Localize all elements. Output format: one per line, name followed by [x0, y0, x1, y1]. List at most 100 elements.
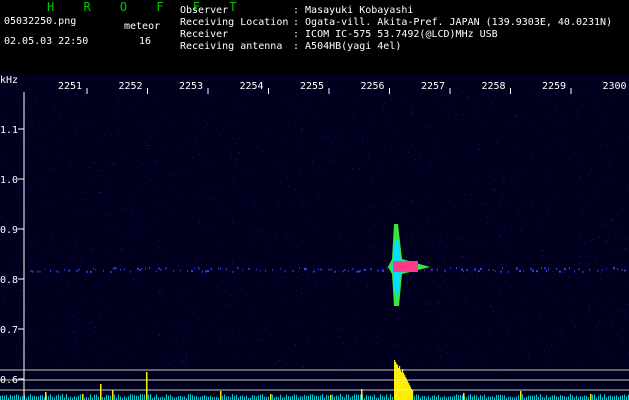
- noise-dot: [599, 278, 601, 280]
- noise-dot: [278, 204, 280, 206]
- noise-dot: [16, 192, 18, 194]
- noise-dot: [161, 297, 163, 299]
- noise-dot: [423, 271, 425, 273]
- noise-dot: [576, 115, 578, 117]
- noise-dot: [20, 294, 22, 296]
- baseline-bar: [586, 395, 587, 400]
- trace-dot: [544, 267, 546, 270]
- noise-dot: [75, 323, 77, 325]
- noise-dot: [100, 358, 102, 360]
- trace-dot: [45, 268, 46, 271]
- noise-dot: [546, 275, 548, 277]
- baseline-bar: [532, 395, 533, 400]
- trace-dot: [532, 269, 534, 272]
- noise-dot: [541, 336, 543, 338]
- noise-dot: [316, 287, 317, 289]
- noise-dot: [607, 349, 609, 351]
- noise-dot: [128, 109, 130, 111]
- noise-dot: [283, 298, 285, 300]
- noise-dot: [294, 299, 296, 301]
- baseline-bar: [242, 395, 243, 400]
- noise-dot: [368, 207, 370, 209]
- noise-dot: [430, 165, 432, 167]
- noise-dot: [66, 241, 68, 243]
- noise-dot: [199, 342, 201, 344]
- trace-dot: [382, 269, 384, 272]
- noise-dot: [91, 211, 93, 213]
- noise-dot: [440, 247, 441, 249]
- noise-dot: [259, 339, 261, 341]
- baseline-bar: [108, 395, 109, 400]
- baseline-bar: [40, 395, 41, 400]
- baseline-bar: [458, 395, 459, 400]
- noise-dot: [532, 153, 534, 155]
- noise-dot: [310, 219, 312, 221]
- noise-dot: [77, 212, 78, 214]
- noise-dot: [382, 108, 384, 110]
- baseline-bar: [434, 395, 435, 400]
- noise-dot: [365, 259, 366, 261]
- noise-dot: [607, 155, 609, 157]
- noise-dot: [505, 193, 506, 195]
- noise-dot: [234, 347, 236, 349]
- noise-dot: [578, 346, 580, 348]
- trace-dot: [76, 269, 78, 272]
- baseline-bar: [564, 396, 565, 400]
- noise-dot: [76, 338, 78, 340]
- noise-dot: [119, 249, 121, 251]
- noise-dot: [503, 318, 504, 320]
- noise-dot: [418, 200, 420, 202]
- noise-dot: [579, 176, 581, 178]
- noise-dot: [435, 97, 437, 99]
- noise-dot: [449, 291, 451, 292]
- noise-dot: [589, 315, 591, 317]
- baseline-bar: [470, 394, 471, 400]
- noise-dot: [570, 260, 571, 262]
- noise-dot: [464, 301, 466, 302]
- baseline-bar: [360, 394, 361, 400]
- trace-dot: [202, 270, 203, 273]
- y-unit-label: kHz: [0, 75, 18, 86]
- noise-dot: [498, 361, 499, 363]
- baseline-bar: [168, 395, 169, 400]
- noise-dot: [216, 316, 217, 318]
- noise-dot: [359, 354, 361, 355]
- baseline-bar: [118, 394, 119, 400]
- noise-dot: [484, 168, 486, 170]
- noise-dot: [205, 176, 207, 178]
- trace-dot: [220, 267, 221, 270]
- noise-dot: [44, 186, 46, 188]
- noise-dot: [57, 328, 59, 330]
- noise-dot: [128, 359, 130, 361]
- trace-dot: [318, 268, 319, 271]
- noise-dot: [538, 146, 540, 148]
- echo-spike: [100, 384, 102, 400]
- noise-dot: [407, 227, 409, 228]
- trace-dot: [32, 270, 34, 273]
- noise-dot: [72, 331, 74, 333]
- noise-dot: [456, 113, 458, 115]
- noise-dot: [367, 285, 368, 287]
- noise-dot: [528, 364, 530, 366]
- noise-dot: [514, 147, 516, 149]
- noise-dot: [381, 268, 383, 270]
- noise-dot: [544, 295, 546, 297]
- noise-dot: [180, 344, 182, 346]
- noise-dot: [496, 127, 498, 129]
- noise-dot: [540, 135, 542, 137]
- noise-dot: [155, 99, 157, 101]
- noise-dot: [49, 167, 51, 169]
- noise-dot: [157, 252, 158, 254]
- baseline-bar: [22, 395, 23, 400]
- noise-dot: [434, 340, 436, 342]
- baseline-bar: [38, 396, 39, 400]
- noise-dot: [530, 345, 531, 347]
- noise-dot: [295, 344, 296, 346]
- trace-dot: [331, 268, 332, 271]
- noise-dot: [609, 162, 611, 164]
- noise-dot: [463, 178, 465, 180]
- trace-dot: [272, 269, 273, 272]
- noise-dot: [389, 253, 391, 255]
- noise-dot: [438, 101, 439, 102]
- noise-dot: [131, 214, 133, 216]
